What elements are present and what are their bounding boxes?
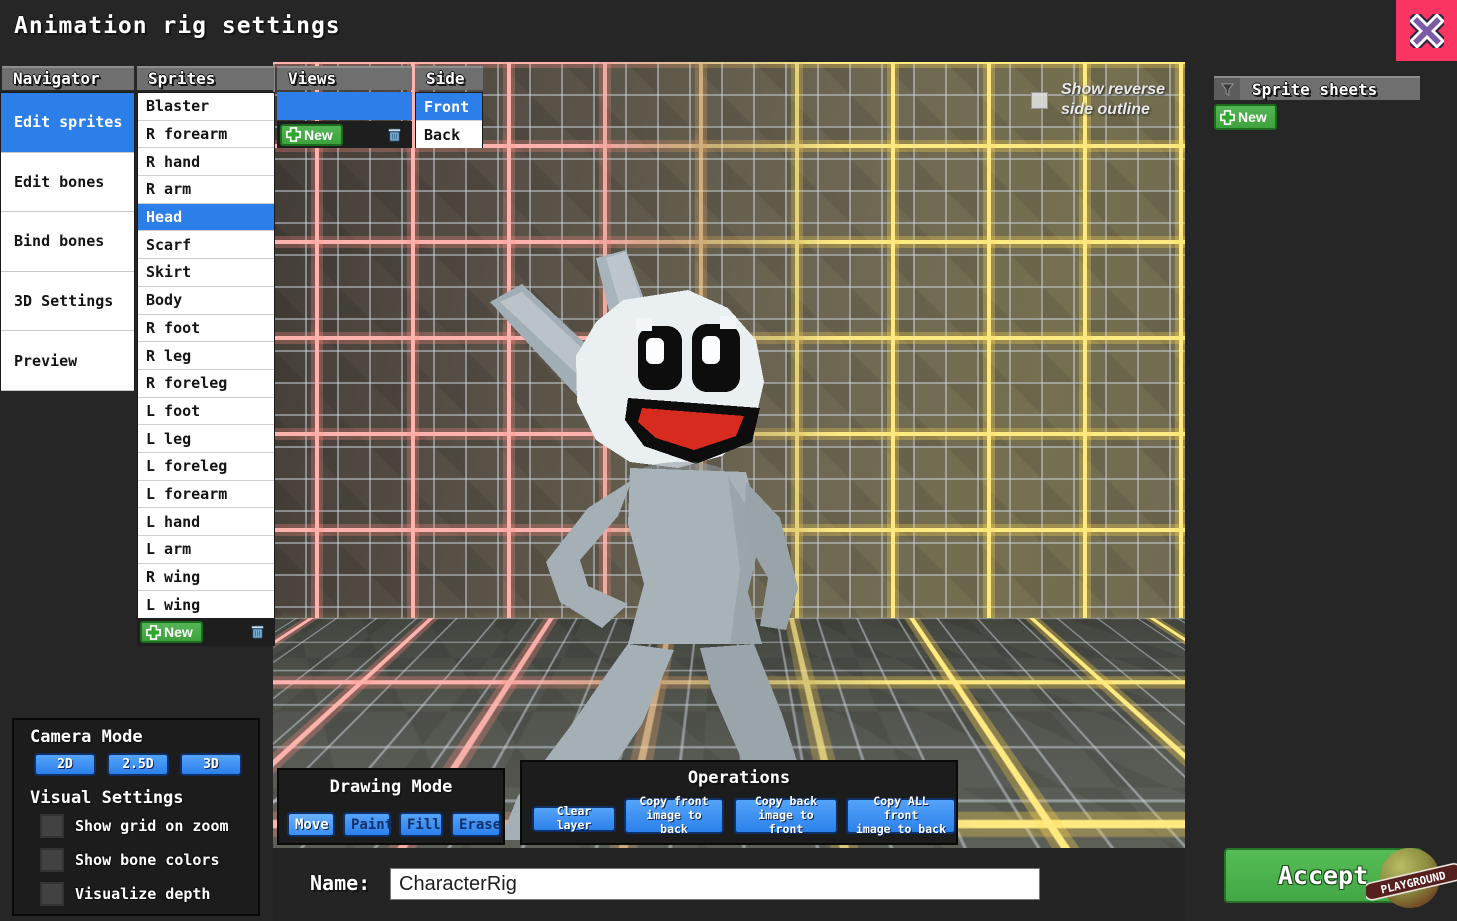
copy-all-front-to-back-button[interactable]: Copy ALL front image to back — [846, 798, 956, 834]
character-sprite[interactable] — [430, 240, 850, 840]
sprite-row[interactable]: Body — [138, 287, 274, 315]
sprite-row[interactable]: Scarf — [138, 231, 274, 259]
camera-mode-title: Camera Mode — [30, 727, 143, 747]
close-button[interactable] — [1396, 0, 1457, 61]
sprite-row[interactable]: Skirt — [138, 259, 274, 287]
erase-tool-button[interactable]: Erase — [451, 812, 501, 837]
sprites-header: Sprites — [137, 66, 274, 90]
sprite-row[interactable]: R foot — [138, 315, 274, 343]
delete-sprite-button[interactable] — [248, 623, 266, 641]
sprite-row[interactable]: L wing — [138, 591, 274, 619]
new-sprite-button[interactable]: New — [140, 621, 203, 643]
side-header: Side — [415, 66, 483, 90]
sprite-row[interactable]: R leg — [138, 342, 274, 370]
sprite-row[interactable]: R wing — [138, 564, 274, 592]
delete-view-button[interactable] — [385, 126, 403, 144]
nav-item-edit-bones[interactable]: Edit bones — [1, 153, 134, 213]
fill-tool-button[interactable]: Fill — [399, 812, 443, 837]
sprite-row[interactable]: L leg — [138, 425, 274, 453]
camera-25d-button[interactable]: 2.5D — [107, 753, 169, 776]
animation-rig-settings-window: Animation rig settings — [0, 0, 1457, 921]
sprite-row[interactable]: L forearm — [138, 481, 274, 509]
3d-viewport[interactable]: Show reverse side outline Drawing Mode M… — [273, 62, 1185, 921]
operations-panel: Operations Clear layer Copy front image … — [520, 760, 958, 845]
show-reverse-side-outline-label: Show reverse side outline — [1061, 80, 1185, 120]
show-grid-on-zoom-label: Show grid on zoom — [75, 817, 229, 835]
name-bar: Name: — [273, 848, 1185, 921]
visualize-depth-checkbox[interactable] — [40, 882, 64, 906]
plus-icon — [286, 127, 301, 142]
camera-2d-button[interactable]: 2D — [34, 753, 96, 776]
views-header: Views — [277, 66, 412, 90]
side-back-row[interactable]: Back — [416, 121, 482, 148]
visual-settings-title: Visual Settings — [30, 788, 184, 808]
operations-title: Operations — [522, 768, 956, 788]
sprite-row[interactable]: L foot — [138, 398, 274, 426]
sprite-row[interactable]: L arm — [138, 536, 274, 564]
plus-icon — [146, 625, 161, 640]
close-icon — [1410, 14, 1444, 48]
plus-icon — [1220, 110, 1235, 125]
nav-item-preview[interactable]: Preview — [1, 331, 134, 391]
show-grid-on-zoom-checkbox[interactable] — [40, 814, 64, 838]
camera-mode-panel: Camera Mode 2D 2.5D 3D Visual Settings S… — [12, 718, 260, 916]
side-front-row[interactable]: Front — [416, 93, 482, 121]
new-sprite-sheet-button[interactable]: New — [1214, 104, 1277, 130]
sprite-row[interactable]: R hand — [138, 148, 274, 176]
sprite-sheets-title: Sprite sheets — [1252, 80, 1377, 99]
sprite-sheets-filter-button[interactable] — [1214, 78, 1240, 100]
name-input[interactable] — [390, 868, 1040, 900]
drawing-mode-panel: Drawing Mode Move Paint Fill Erase — [277, 768, 505, 845]
side-list: Front Back — [415, 92, 483, 148]
copy-back-to-front-button[interactable]: Copy back image to front — [734, 798, 838, 834]
drawing-mode-title: Drawing Mode — [279, 777, 503, 797]
new-view-button[interactable]: New — [280, 124, 343, 146]
trash-icon — [249, 623, 266, 640]
nav-item-bind-bones[interactable]: Bind bones — [1, 212, 134, 272]
move-tool-button[interactable]: Move — [287, 812, 335, 837]
sprite-row[interactable]: L foreleg — [138, 453, 274, 481]
sprite-sheets-header: Sprite sheets — [1214, 76, 1420, 100]
sprite-row[interactable]: Blaster — [138, 93, 274, 121]
name-label: Name: — [310, 871, 370, 895]
sprites-new-row: New — [137, 618, 275, 646]
navigator-list: Edit sprites Edit bones Bind bones 3D Se… — [0, 92, 135, 391]
paint-tool-button[interactable]: Paint — [343, 812, 391, 837]
trash-icon — [386, 126, 403, 143]
sprite-row[interactable]: R forearm — [138, 121, 274, 149]
sprites-list: Blaster R forearm R hand R arm Head Scar… — [137, 92, 275, 619]
copy-front-to-back-button[interactable]: Copy front image to back — [624, 798, 724, 834]
sprite-row[interactable]: L hand — [138, 508, 274, 536]
nav-item-edit-sprites[interactable]: Edit sprites — [1, 93, 134, 153]
show-bone-colors-label: Show bone colors — [75, 851, 220, 869]
sprite-row-selected[interactable]: Head — [138, 204, 274, 232]
sprite-row[interactable]: R foreleg — [138, 370, 274, 398]
left-arm — [546, 480, 632, 628]
filter-funnel-icon — [1220, 82, 1235, 97]
sprite-row[interactable]: R arm — [138, 176, 274, 204]
clear-layer-button[interactable]: Clear layer — [532, 806, 616, 832]
view-row-selected[interactable] — [277, 92, 412, 120]
show-bone-colors-checkbox[interactable] — [40, 848, 64, 872]
accept-button[interactable]: Accept — [1224, 848, 1422, 903]
page-title: Animation rig settings — [14, 13, 341, 39]
camera-3d-button[interactable]: 3D — [180, 753, 242, 776]
show-reverse-side-outline-checkbox[interactable] — [1031, 92, 1048, 109]
views-new-row: New — [277, 121, 412, 148]
nav-item-3d-settings[interactable]: 3D Settings — [1, 272, 134, 332]
visualize-depth-label: Visualize depth — [75, 885, 210, 903]
navigator-header: Navigator — [2, 66, 134, 90]
